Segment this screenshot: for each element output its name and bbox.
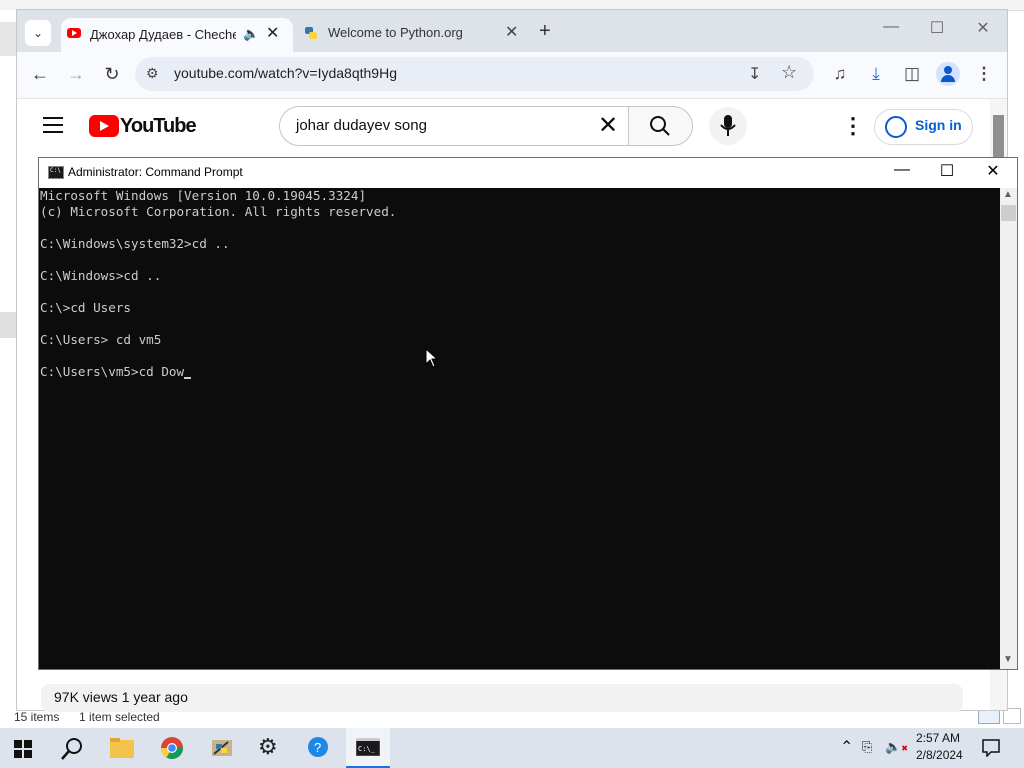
- status-selected-count: 1 item selected: [79, 710, 160, 724]
- address-bar[interactable]: ⚙ youtube.com/watch?v=Iyda8qth9Hg ↧ ☆: [135, 57, 814, 91]
- console-line: C:\>cd Users: [40, 300, 131, 315]
- youtube-logo[interactable]: YouTube: [89, 115, 197, 139]
- console-line: (c) Microsoft Corporation. All rights re…: [40, 204, 397, 219]
- close-window-icon[interactable]: ✕: [973, 161, 1013, 181]
- install-app-icon[interactable]: ↧: [748, 64, 761, 84]
- tab-search-button[interactable]: ⌄: [25, 20, 51, 46]
- scroll-up-icon[interactable]: ▲: [1003, 189, 1013, 200]
- clear-search-icon[interactable]: ✕: [598, 111, 618, 140]
- console-line: C:\Users\vm5>cd Dow: [40, 364, 185, 379]
- tab-youtube[interactable]: Джохар Дудаев - Chechen 🔈 ✕: [61, 18, 293, 52]
- forward-arrow-icon[interactable]: →: [64, 64, 88, 85]
- command-prompt-icon: [48, 166, 64, 179]
- search-query[interactable]: johar dudayev song: [296, 117, 427, 134]
- hamburger-menu-icon[interactable]: [43, 117, 63, 133]
- chevron-up-icon[interactable]: ⌃: [840, 737, 853, 757]
- cmd-console-output[interactable]: Microsoft Windows [Version 10.0.19045.33…: [39, 188, 1000, 669]
- search-icon[interactable]: [60, 737, 84, 761]
- tab-title: Welcome to Python.org: [328, 25, 463, 40]
- volume-muted-icon[interactable]: 🔈✖: [885, 739, 908, 755]
- youtube-favicon-icon: [67, 28, 81, 38]
- back-arrow-icon[interactable]: ←: [28, 64, 52, 85]
- svg-text:?: ?: [314, 740, 321, 755]
- voice-search-button[interactable]: [709, 107, 747, 145]
- close-window-icon[interactable]: ✕: [968, 18, 998, 38]
- console-line: C:\Users> cd vm5: [40, 332, 162, 347]
- browser-toolbar: ← → ↻ ⚙ youtube.com/watch?v=Iyda8qth9Hg …: [17, 52, 1007, 99]
- notification-center-icon[interactable]: [982, 739, 1000, 757]
- scrollbar-thumb[interactable]: [1001, 205, 1016, 221]
- sign-in-button[interactable]: Sign in: [874, 109, 973, 145]
- start-icon[interactable]: [14, 740, 32, 758]
- speaker-icon[interactable]: 🔈: [243, 26, 259, 42]
- maximize-icon[interactable]: ☐: [922, 18, 952, 38]
- console-line: C:\Windows>cd ..: [40, 268, 162, 283]
- scroll-down-icon[interactable]: ▼: [1003, 654, 1013, 665]
- python-favicon-icon: [305, 27, 317, 39]
- status-item-count: 15 items: [14, 710, 60, 724]
- tab-title: Джохар Дудаев - Chechen: [90, 27, 236, 42]
- network-icon[interactable]: ⎘: [862, 739, 872, 755]
- youtube-logo-text: YouTube: [120, 115, 197, 137]
- help-icon[interactable]: ?: [306, 736, 330, 760]
- cmd-window-title: Administrator: Command Prompt: [68, 165, 243, 179]
- explorer-window-edge: [0, 10, 17, 710]
- details-view-icon[interactable]: [978, 708, 1000, 724]
- taskbar-cmd-active[interactable]: C:\_: [346, 728, 390, 768]
- maximize-icon[interactable]: ☐: [927, 161, 967, 181]
- text-cursor: [184, 377, 192, 379]
- command-prompt-icon: C:\_: [356, 738, 380, 756]
- video-info-box[interactable]: 97K views 1 year ago: [41, 684, 963, 712]
- chrome-icon[interactable]: [160, 736, 184, 760]
- large-icons-view-icon[interactable]: [1003, 708, 1021, 724]
- chevron-down-icon: ⌄: [32, 26, 44, 40]
- clock-time[interactable]: 2:57 AM: [916, 731, 960, 745]
- file-explorer-icon[interactable]: [110, 738, 134, 758]
- site-settings-icon[interactable]: ⚙: [146, 65, 159, 82]
- cmd-scrollbar[interactable]: ▲ ▼: [1000, 188, 1017, 669]
- bookmark-star-icon[interactable]: ☆: [781, 62, 797, 83]
- close-tab-icon[interactable]: ✕: [266, 23, 279, 43]
- more-menu-icon[interactable]: ⋮: [972, 64, 996, 84]
- side-panel-icon[interactable]: ◫: [900, 64, 924, 84]
- clock-date[interactable]: 2/8/2024: [916, 748, 963, 762]
- search-button[interactable]: [628, 106, 693, 146]
- command-prompt-window: Administrator: Command Prompt — ☐ ✕ Micr…: [38, 157, 1018, 670]
- account-circle-icon: [885, 116, 907, 138]
- search-input[interactable]: johar dudayev song ✕: [279, 106, 628, 146]
- search-icon: [650, 116, 670, 136]
- reload-icon[interactable]: ↻: [100, 64, 124, 85]
- youtube-play-icon: [89, 115, 119, 137]
- youtube-header: YouTube johar dudayev song ✕ ⋮ Sign in: [17, 99, 993, 155]
- media-control-icon[interactable]: ♫: [828, 64, 852, 84]
- view-count-text: 97K views 1 year ago: [54, 689, 188, 705]
- cmd-titlebar: Administrator: Command Prompt — ☐ ✕: [39, 158, 1017, 188]
- profile-avatar-icon[interactable]: [936, 62, 960, 86]
- download-icon[interactable]: ⤓: [864, 64, 888, 84]
- tab-python[interactable]: Welcome to Python.org ✕: [297, 18, 527, 48]
- new-tab-icon[interactable]: +: [539, 20, 551, 43]
- mouse-pointer-icon: [425, 348, 439, 368]
- minimize-icon[interactable]: —: [882, 161, 922, 179]
- microphone-icon: [720, 115, 736, 136]
- settings-icon[interactable]: ⚙: [258, 734, 278, 760]
- minimize-icon[interactable]: —: [876, 18, 906, 36]
- console-line: Microsoft Windows [Version 10.0.19045.33…: [40, 188, 367, 203]
- close-tab-icon[interactable]: ✕: [505, 22, 518, 42]
- url-text[interactable]: youtube.com/watch?v=Iyda8qth9Hg: [174, 65, 397, 81]
- settings-more-icon[interactable]: ⋮: [842, 113, 864, 139]
- windows-taskbar: ⚙ ? C:\_ ⌃ ⎘ 🔈✖ 2:57 AM 2/8/2024: [0, 728, 1024, 768]
- console-line: C:\Windows\system32>cd ..: [40, 236, 230, 251]
- python-idle-icon[interactable]: [210, 736, 234, 760]
- sign-in-label: Sign in: [915, 117, 962, 133]
- tab-strip: ⌄ Джохар Дудаев - Chechen 🔈 ✕ Welcome to…: [17, 10, 1007, 52]
- svg-text:C:\_: C:\_: [358, 745, 376, 753]
- scrollbar-thumb[interactable]: [993, 115, 1004, 161]
